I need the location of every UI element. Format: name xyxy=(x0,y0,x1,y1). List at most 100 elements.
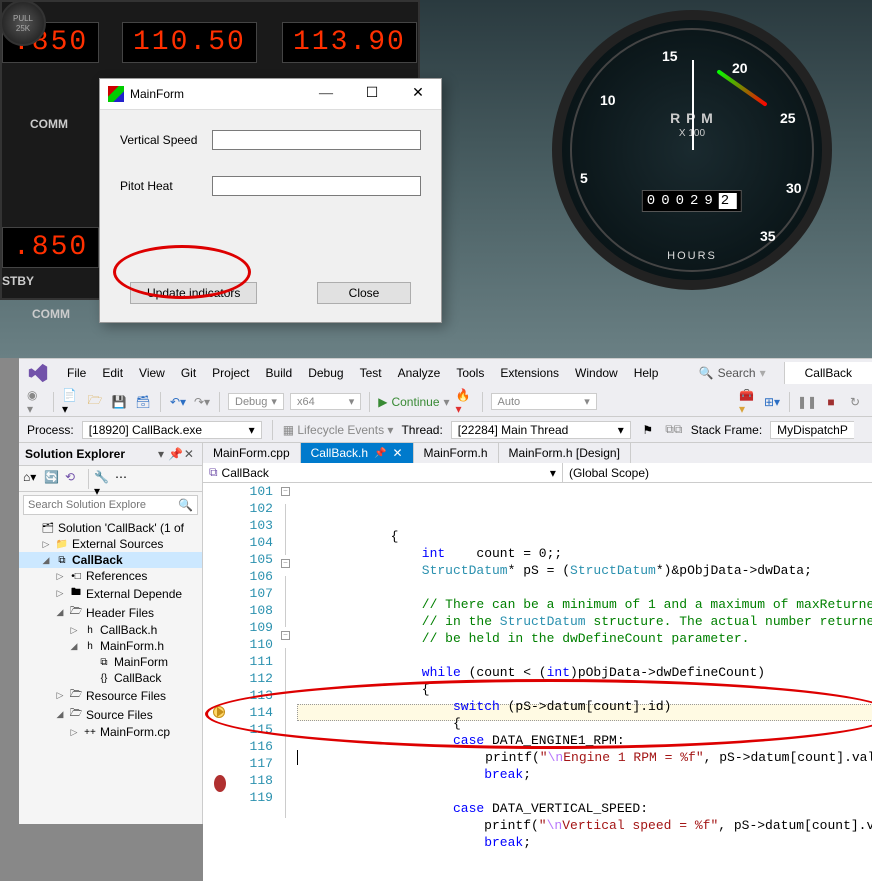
menubar: FileEditViewGitProjectBuildDebugTestAnal… xyxy=(19,359,872,387)
gauge-tick-5: 5 xyxy=(580,170,588,186)
close-button[interactable]: ✕ xyxy=(395,79,441,109)
pin-icon[interactable]: 📌 xyxy=(168,447,182,461)
menu-debug[interactable]: Debug xyxy=(300,362,351,384)
hot-reload-icon[interactable]: 🔥▾ xyxy=(456,393,474,411)
maximize-button[interactable]: ☐ xyxy=(349,79,395,109)
switch-icon[interactable]: ⟲ xyxy=(65,470,83,488)
sync-icon[interactable]: 🔄 xyxy=(44,470,62,488)
freq-display-3: 113.90 xyxy=(282,22,417,63)
tree-node[interactable]: {}CallBack xyxy=(19,670,202,686)
search-label: Search xyxy=(718,366,756,380)
comm-label-2: COMM xyxy=(32,307,70,321)
tree-node[interactable]: ◢⧉CallBack xyxy=(19,552,202,568)
search-box[interactable]: 🔍 Search ▾ xyxy=(683,364,782,382)
menu-git[interactable]: Git xyxy=(173,362,204,384)
tree-node[interactable]: ▷hCallBack.h xyxy=(19,622,202,638)
app-icon xyxy=(108,86,124,102)
titlebar[interactable]: MainForm — ☐ ✕ xyxy=(100,79,441,110)
window-title: MainForm xyxy=(130,87,303,101)
menu-file[interactable]: File xyxy=(59,362,94,384)
menu-analyze[interactable]: Analyze xyxy=(390,362,449,384)
visual-studio-window: FileEditViewGitProjectBuildDebugTestAnal… xyxy=(19,358,872,824)
class-nav-combo[interactable]: ⧉ CallBack ▾ xyxy=(203,463,563,482)
toolbox-icon[interactable]: 🧰▾ xyxy=(739,393,757,411)
save-icon[interactable]: 💾 xyxy=(110,393,128,411)
tab[interactable]: CallBack.h📌✕ xyxy=(301,443,414,463)
freq-display-2: 110.50 xyxy=(122,22,257,63)
menu-project[interactable]: Project xyxy=(204,362,257,384)
thread-dropdown[interactable]: [22284] Main Thread▾ xyxy=(451,421,631,439)
tree-node[interactable]: ◢🗁Source Files xyxy=(19,705,202,724)
close-form-button[interactable]: Close xyxy=(317,282,411,304)
pause-icon[interactable]: ❚❚ xyxy=(798,393,816,411)
tab[interactable]: MainForm.cpp xyxy=(203,443,301,463)
auto-dropdown[interactable]: Auto▾ xyxy=(491,393,597,410)
debug-toolbar: Process: [18920] CallBack.exe▾ ▦ Lifecyc… xyxy=(19,417,872,443)
vertical-speed-input[interactable] xyxy=(212,130,421,150)
pull-knob[interactable]: PULL25K xyxy=(0,0,46,46)
solution-search-input[interactable] xyxy=(24,496,174,514)
code-editor[interactable]: 1011021031041051061071081091101111121131… xyxy=(203,483,872,881)
tree-node[interactable]: ◢🗁Header Files xyxy=(19,603,202,622)
platform-dropdown[interactable]: x64▾ xyxy=(290,393,361,410)
tree-node[interactable]: ▷•□References xyxy=(19,568,202,584)
new-icon[interactable]: 📄▾ xyxy=(62,393,80,411)
restart-icon[interactable]: ↻ xyxy=(846,393,864,411)
active-doc-button[interactable]: CallBack xyxy=(784,362,872,384)
menu-test[interactable]: Test xyxy=(352,362,390,384)
tab[interactable]: MainForm.h xyxy=(414,443,499,463)
redo-icon[interactable]: ↷▾ xyxy=(193,393,211,411)
nav-bar: ⧉ CallBack ▾ (Global Scope) xyxy=(203,463,872,483)
search-icon: 🔍 xyxy=(699,366,714,380)
editor-area: MainForm.cppCallBack.h📌✕MainForm.hMainFo… xyxy=(203,443,872,824)
more-icon[interactable]: ⋯ xyxy=(115,470,133,488)
tree-node[interactable]: ▷🗁Resource Files xyxy=(19,686,202,705)
gauge-tick-20: 20 xyxy=(732,60,748,76)
tree-node[interactable]: ▷++MainForm.cp xyxy=(19,724,202,740)
menu-tools[interactable]: Tools xyxy=(448,362,492,384)
config-dropdown[interactable]: Debug▾ xyxy=(228,393,284,410)
menu-view[interactable]: View xyxy=(131,362,173,384)
update-indicators-button[interactable]: Update indicators xyxy=(130,282,257,304)
mainform-window[interactable]: MainForm — ☐ ✕ Vertical Speed Pitot Heat… xyxy=(99,78,442,323)
panel-options-icon[interactable]: ▾ xyxy=(154,447,168,461)
window-icon[interactable]: ⊞▾ xyxy=(763,393,781,411)
lifecycle-events-button[interactable]: ▦ Lifecycle Events ▾ xyxy=(283,423,394,437)
search-icon[interactable]: 🔍 xyxy=(174,496,197,514)
flag-icon[interactable]: ⚑ xyxy=(639,421,657,439)
menu-extensions[interactable]: Extensions xyxy=(492,362,567,384)
back-icon[interactable]: ◉ ▾ xyxy=(27,393,45,411)
tree-node[interactable]: ▷🖿External Depende xyxy=(19,584,202,603)
close-panel-icon[interactable]: ✕ xyxy=(182,447,196,461)
solution-toolbar: ⌂▾ 🔄 ⟲ 🔧▾ ⋯ xyxy=(19,466,202,492)
tab-strip: MainForm.cppCallBack.h📌✕MainForm.hMainFo… xyxy=(203,443,872,463)
menu-help[interactable]: Help xyxy=(626,362,667,384)
tree-node[interactable]: ⧉MainForm xyxy=(19,654,202,670)
pitot-heat-label: Pitot Heat xyxy=(120,179,212,193)
minimize-button[interactable]: — xyxy=(303,79,349,109)
solution-search[interactable]: 🔍 xyxy=(23,495,198,515)
stop-icon[interactable]: ■ xyxy=(822,393,840,411)
tree-node[interactable]: ▷📁External Sources xyxy=(19,536,202,552)
menu-build[interactable]: Build xyxy=(258,362,301,384)
solution-tree[interactable]: 🗂Solution 'CallBack' (1 of▷📁External Sou… xyxy=(19,518,202,824)
menu-edit[interactable]: Edit xyxy=(94,362,131,384)
home-icon[interactable]: ⌂▾ xyxy=(23,470,41,488)
save-all-icon[interactable]: 🗃 xyxy=(134,393,152,411)
process-dropdown[interactable]: [18920] CallBack.exe▾ xyxy=(82,421,262,439)
scope-nav-combo[interactable]: (Global Scope) xyxy=(563,463,872,482)
toolbar: ◉ ▾ 📄▾ 🗁 💾 🗃 ↶▾ ↷▾ Debug▾ x64▾ ▶Continue… xyxy=(19,387,872,417)
solution-explorer-title-bar[interactable]: Solution Explorer ▾ 📌 ✕ xyxy=(19,443,202,466)
menu-window[interactable]: Window xyxy=(567,362,626,384)
threads-icon[interactable]: ⧉⧉ xyxy=(665,421,683,439)
undo-icon[interactable]: ↶▾ xyxy=(169,393,187,411)
tree-node[interactable]: 🗂Solution 'CallBack' (1 of xyxy=(19,520,202,536)
tab[interactable]: MainForm.h [Design] xyxy=(499,443,631,463)
stackframe-dropdown[interactable]: MyDispatchP xyxy=(770,421,854,439)
continue-button[interactable]: ▶Continue▾ xyxy=(378,395,449,409)
wrench-icon[interactable]: 🔧▾ xyxy=(94,470,112,488)
open-icon[interactable]: 🗁 xyxy=(86,393,104,411)
project-nav-icon: ⧉ xyxy=(209,465,218,480)
pitot-heat-input[interactable] xyxy=(212,176,421,196)
tree-node[interactable]: ◢hMainForm.h xyxy=(19,638,202,654)
